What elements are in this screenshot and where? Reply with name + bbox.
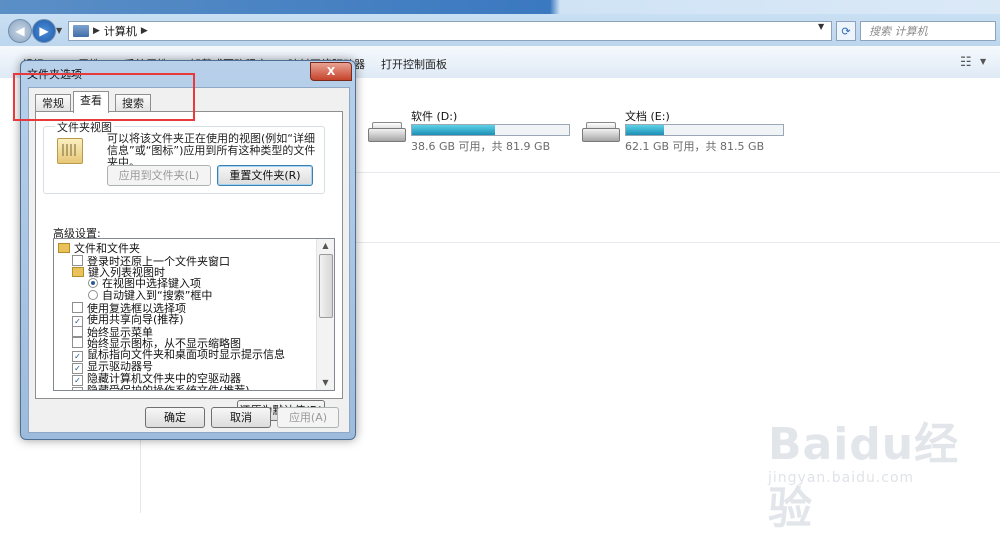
apply-button[interactable]: 应用(A) — [277, 407, 339, 428]
folder-view-icon — [57, 138, 83, 164]
apply-to-folders-button[interactable]: 应用到文件夹(L) — [107, 165, 211, 186]
scroll-up-icon[interactable]: ▲ — [317, 239, 334, 253]
view-dropdown-icon[interactable]: ▼ — [980, 57, 986, 66]
drive-usage-fill — [626, 125, 664, 135]
setting-row[interactable]: ✓ 使用共享向导(推荐) — [72, 312, 184, 327]
checkbox[interactable] — [72, 325, 83, 337]
ok-button[interactable]: 确定 — [145, 407, 205, 428]
setting-row[interactable]: 自动键入到“搜索”框中 — [88, 290, 212, 302]
setting-label: 隐藏受保护的操作系统文件(推荐) — [87, 383, 250, 391]
control-panel-button[interactable]: 打开控制面板 — [381, 56, 447, 72]
checkbox[interactable] — [72, 302, 83, 313]
scroll-down-icon[interactable]: ▼ — [317, 376, 334, 390]
hard-drive-icon — [582, 122, 620, 142]
checkbox[interactable]: ✓ — [72, 386, 83, 390]
address-bar[interactable]: ▶ 计算机 ▶ — [68, 21, 832, 41]
folder-views-label: 文件夹视图 — [55, 119, 114, 135]
drive-name: 软件 (D:) — [411, 110, 458, 123]
folder-icon — [58, 243, 70, 253]
dialog-body: 常规 查看 搜索 文件夹视图 可以将该文件夹正在使用的视图(例如“详细信息”或“… — [28, 87, 350, 433]
tab-view[interactable]: 查看 — [73, 91, 109, 113]
folder-views-description: 可以将该文件夹正在使用的视图(例如“详细信息”或“图标”)应用到所有这种类型的文… — [107, 132, 316, 169]
setting-row[interactable]: 文件和文件夹 — [58, 243, 140, 255]
baidu-watermark-url: jingyan.baidu.com — [768, 470, 915, 486]
drive-size: 62.1 GB 可用，共 81.5 GB — [625, 140, 765, 153]
checkbox[interactable] — [72, 254, 83, 266]
radio-button[interactable] — [88, 290, 98, 301]
drive-usage-fill — [412, 125, 496, 135]
dialog-close-button[interactable]: X — [310, 62, 352, 81]
breadcrumb-arrow-icon[interactable]: ▶ — [141, 26, 148, 36]
computer-icon — [73, 25, 89, 37]
setting-label: 自动键入到“搜索”框中 — [102, 289, 213, 303]
setting-label: 文件和文件夹 — [74, 242, 140, 255]
back-button[interactable]: ◀ — [8, 19, 32, 43]
hard-drive-icon — [368, 122, 406, 142]
explorer-titlebar: ◀ ▶ ▼ ▶ 计算机 ▶ ▼ ⟳ 搜索 计算机 — [0, 0, 1000, 46]
radio-button[interactable] — [88, 278, 98, 289]
drive-usage-bar — [625, 124, 784, 136]
advanced-settings-list[interactable]: 文件和文件夹 登录时还原上一个文件夹窗口 键入列表视图时 在视图中选择键入项 自动键入到… — [53, 238, 335, 391]
view-options-icon[interactable]: ☷ — [960, 55, 972, 70]
cancel-button[interactable]: 取消 — [211, 407, 271, 428]
list-scrollbar[interactable]: ▲ ▼ — [316, 239, 334, 390]
scroll-thumb[interactable] — [319, 254, 333, 318]
history-dropdown-icon[interactable]: ▼ — [56, 26, 62, 35]
refresh-button[interactable]: ⟳ — [836, 21, 856, 41]
checkbox[interactable] — [72, 337, 83, 349]
setting-label: 使用共享向导(推荐) — [87, 312, 184, 326]
titlebar-strip — [0, 0, 1000, 14]
search-placeholder: 搜索 计算机 — [869, 25, 928, 38]
breadcrumb-computer[interactable]: 计算机 — [104, 23, 137, 39]
forward-button[interactable]: ▶ — [32, 19, 56, 43]
reset-folders-button[interactable]: 重置文件夹(R) — [217, 165, 313, 186]
breadcrumb-arrow-icon[interactable]: ▶ — [93, 26, 100, 36]
address-dropdown-icon[interactable]: ▼ — [818, 22, 824, 31]
drive-usage-bar — [411, 124, 570, 136]
setting-row[interactable]: ✓ 隐藏受保护的操作系统文件(推荐) — [72, 383, 250, 391]
search-input[interactable]: 搜索 计算机 — [860, 21, 996, 41]
drive-size: 38.6 GB 可用，共 81.9 GB — [411, 140, 551, 153]
setting-row[interactable]: 始终显示菜单 — [72, 325, 153, 338]
drive-name: 文档 (E:) — [625, 110, 670, 123]
folder-icon — [72, 266, 84, 277]
